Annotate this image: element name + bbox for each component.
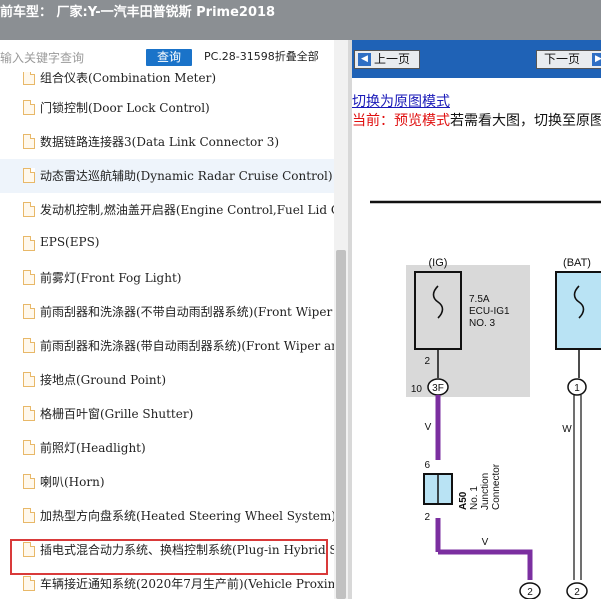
- document-icon: [23, 236, 35, 251]
- document-icon: [23, 72, 35, 85]
- tree-item[interactable]: 车辆接近通知系统(2020年7月生产前)(Vehicle Proximity N…: [0, 567, 334, 599]
- tree-item-label: 前雨刮器和洗涤器(带自动雨刮器系统)(Front Wiper and Washe…: [40, 339, 334, 353]
- tree-item-label: 动态雷达巡航辅助(Dynamic Radar Cruise Control): [40, 169, 333, 183]
- tree-item[interactable]: 接地点(Ground Point): [0, 363, 334, 397]
- connector-type: Junction: [480, 473, 491, 510]
- viewer-panel: ◀ 上一页 下一页 ▶ 切换为原图模式 当前：预览模式若需看大图，切换至原图模式…: [352, 40, 601, 599]
- tree-item[interactable]: EPS(EPS): [0, 227, 334, 261]
- left-panel: 查询 PC.28-31598折叠全部 组合仪表(Combination Mete…: [0, 40, 348, 599]
- tree-item[interactable]: 前照灯(Headlight): [0, 431, 334, 465]
- tree-item-label: 门锁控制(Door Lock Control): [40, 101, 210, 115]
- connector-code: A50: [458, 491, 469, 510]
- wire-v-route: [438, 549, 533, 580]
- document-icon: [23, 100, 35, 115]
- scrollbar-thumb[interactable]: [336, 250, 346, 599]
- tree-item-hovered[interactable]: 动态雷达巡航辅助(Dynamic Radar Cruise Control): [0, 159, 334, 193]
- tree-item-label: 喇叭(Horn): [40, 475, 105, 489]
- document-icon: [23, 134, 35, 149]
- search-button[interactable]: 查询: [146, 49, 192, 66]
- pin-label: 2: [424, 512, 430, 523]
- wire-color-label: W: [562, 424, 572, 435]
- tree-item-selected[interactable]: 加热型方向盘系统(Heated Steering Wheel System): [0, 499, 334, 533]
- connector-3f-label: 3F: [432, 383, 444, 394]
- wire-color-label: V: [482, 537, 489, 548]
- wire-color-label: V: [425, 422, 432, 433]
- tree-item-label: 插电式混合动力系统、换档控制系统(Plug-in Hybrid System): [40, 543, 334, 557]
- ig-label: (IG): [429, 257, 448, 269]
- pin-label: 10: [411, 384, 423, 395]
- tree-item-label: 车辆接近通知系统(2020年7月生产前)(Vehicle Proximity N…: [40, 577, 334, 591]
- document-tree: 组合仪表(Combination Meter) 门锁控制(Door Lock C…: [0, 72, 334, 599]
- tree-item-label: EPS(EPS): [40, 235, 100, 249]
- tree-item[interactable]: 发动机控制,燃油盖开启器(Engine Control,Fuel Lid Ope…: [0, 193, 334, 227]
- tree-item-label: 加热型方向盘系统(Heated Steering Wheel System): [40, 509, 334, 523]
- fuse-rating: 7.5A: [469, 294, 490, 305]
- connector-type: Connector: [491, 463, 502, 510]
- tree-item-label: 前雾灯(Front Fog Light): [40, 271, 182, 285]
- pin-label: 6: [424, 460, 430, 471]
- document-icon: [23, 474, 35, 489]
- tree-item[interactable]: 喇叭(Horn): [0, 465, 334, 499]
- connector-pin-label: 2: [527, 587, 533, 598]
- tree-item[interactable]: 格栅百叶窗(Grille Shutter): [0, 397, 334, 431]
- fuse-box-bat: [555, 271, 601, 350]
- fuse-shaded-area: [406, 265, 530, 397]
- document-icon: [23, 270, 35, 285]
- connector-number: No. 1: [469, 486, 480, 510]
- tree-item-label: 格栅百叶窗(Grille Shutter): [40, 407, 194, 421]
- document-icon: [23, 372, 35, 387]
- tree-item-label: 接地点(Ground Point): [40, 373, 167, 387]
- document-icon: [23, 508, 35, 523]
- tree-item-label: 数据链路连接器3(Data Link Connector 3): [40, 135, 280, 149]
- fuse-number: NO. 3: [469, 318, 496, 329]
- tree-scrollbar[interactable]: [334, 40, 348, 599]
- tree-item-label: 前照灯(Headlight): [40, 441, 146, 455]
- search-bar: 查询 PC.28-31598折叠全部: [0, 40, 348, 72]
- tree-item-label: 前雨刮器和洗涤器(不带自动雨刮器系统)(Front Wiper and Wash…: [40, 305, 334, 319]
- document-icon: [23, 338, 35, 353]
- connector-1-label: 1: [574, 383, 580, 394]
- document-icon: [23, 202, 35, 217]
- pin-label: 2: [424, 356, 430, 367]
- wiring-diagram: (IG) (BAT) 7.5A ECU-IG1 NO. 3 2 10 3F 1 …: [370, 200, 601, 599]
- tree-item-label: 组合仪表(Combination Meter): [40, 72, 217, 85]
- tree-item[interactable]: 前雨刮器和洗涤器(带自动雨刮器系统)(Front Wiper and Washe…: [0, 329, 334, 363]
- title-bar: 前车型： 厂家:Y-一汽丰田普锐斯 Prime2018: [0, 0, 601, 40]
- bat-label: (BAT): [563, 257, 591, 269]
- document-icon: [23, 576, 35, 591]
- search-note: PC.28-31598折叠全部: [204, 50, 319, 63]
- tree-item[interactable]: 门锁控制(Door Lock Control): [0, 91, 334, 125]
- tree-item-label: 发动机控制,燃油盖开启器(Engine Control,Fuel Lid Ope…: [40, 203, 334, 217]
- tree-item[interactable]: 插电式混合动力系统、换档控制系统(Plug-in Hybrid System): [0, 533, 334, 567]
- fuse-name: ECU-IG1: [469, 306, 510, 317]
- window-title: 前车型： 厂家:Y-一汽丰田普锐斯 Prime2018: [0, 5, 276, 20]
- connector-pin-label: 2: [574, 587, 580, 598]
- document-icon: [23, 168, 35, 183]
- document-icon: [23, 406, 35, 421]
- tree-item[interactable]: 前雾灯(Front Fog Light): [0, 261, 334, 295]
- document-icon: [23, 542, 35, 557]
- document-icon: [23, 440, 35, 455]
- document-icon: [23, 304, 35, 319]
- tree-item[interactable]: 前雨刮器和洗涤器(不带自动雨刮器系统)(Front Wiper and Wash…: [0, 295, 334, 329]
- search-input[interactable]: [0, 48, 140, 68]
- tree-item[interactable]: 数据链路连接器3(Data Link Connector 3): [0, 125, 334, 159]
